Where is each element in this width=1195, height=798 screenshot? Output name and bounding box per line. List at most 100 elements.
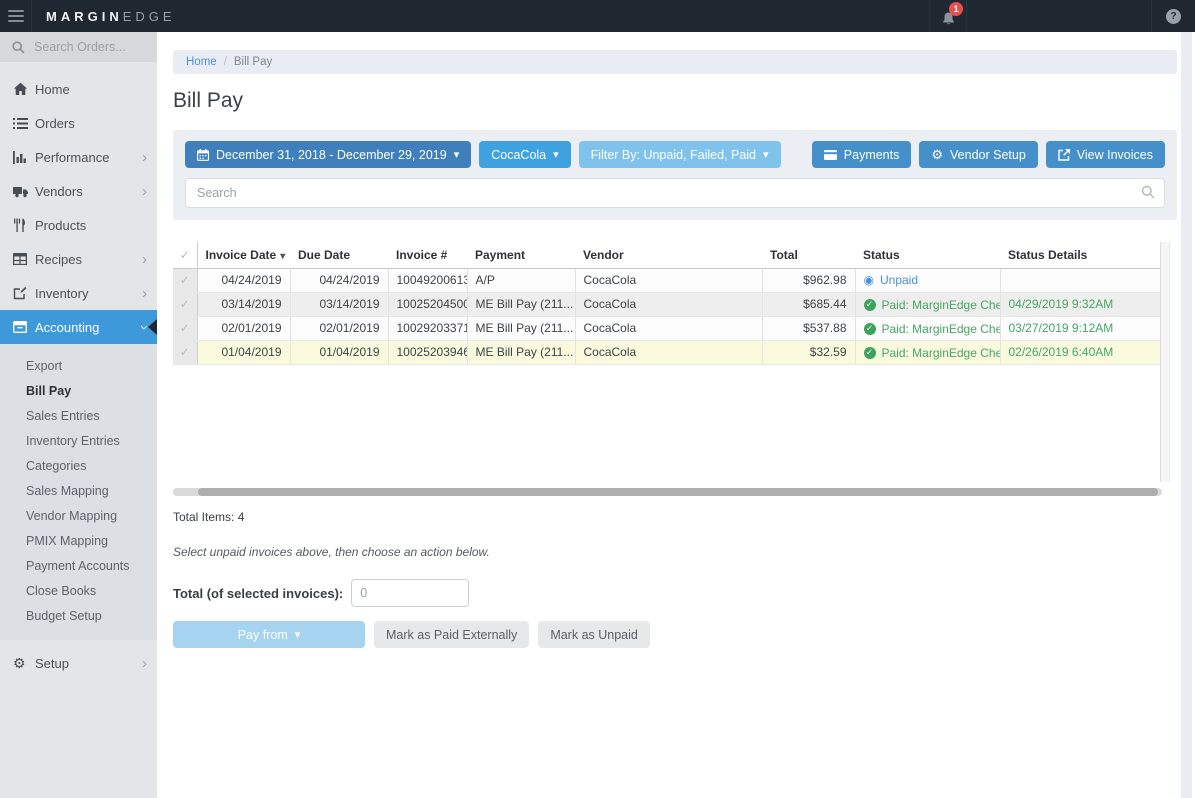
view-invoices-button[interactable]: View Invoices — [1046, 141, 1165, 168]
submenu-item-pmix-mapping[interactable]: PMIX Mapping — [0, 528, 157, 553]
table-row[interactable]: ✓ 03/14/2019 03/14/2019 10025204500 ME B… — [173, 292, 1160, 316]
sidebar-item-label: Setup — [35, 656, 142, 671]
table-horizontal-scrollbar[interactable] — [173, 488, 1162, 496]
bar-chart-icon — [13, 151, 35, 164]
status-label: Paid: MarginEdge Check — [882, 298, 1001, 312]
cell-invoice-no: 10025204500 — [388, 292, 467, 316]
view-invoices-label: View Invoices — [1077, 148, 1153, 162]
home-icon — [13, 82, 35, 96]
submenu-label: Categories — [26, 459, 86, 473]
table-row[interactable]: ✓ 04/24/2019 04/24/2019 10049200613 A/P … — [173, 268, 1160, 292]
table-icon — [13, 253, 35, 265]
submenu-item-vendor-mapping[interactable]: Vendor Mapping — [0, 503, 157, 528]
edit-icon — [13, 286, 35, 300]
row-checkbox[interactable]: ✓ — [173, 340, 197, 364]
table-vertical-scrollbar[interactable] — [1160, 242, 1170, 482]
sidebar-item-recipes[interactable]: Recipes › — [0, 242, 157, 276]
sidebar-item-accounting[interactable]: Accounting › — [0, 310, 157, 344]
submenu-item-budget-setup[interactable]: Budget Setup — [0, 603, 157, 628]
submenu-item-bill-pay[interactable]: Bill Pay — [0, 378, 157, 403]
column-header-payment[interactable]: Payment — [467, 242, 575, 268]
utensils-icon — [13, 218, 35, 232]
logo-margin: MARGIN — [46, 9, 123, 24]
search-orders-placeholder: Search Orders... — [34, 40, 126, 54]
submenu-item-inventory-entries[interactable]: Inventory Entries — [0, 428, 157, 453]
column-header-vendor[interactable]: Vendor — [575, 242, 762, 268]
column-header-status-details[interactable]: Status Details — [1000, 242, 1160, 268]
breadcrumb-home-link[interactable]: Home — [186, 56, 217, 68]
notifications-button[interactable]: 1 — [929, 0, 967, 32]
payments-button[interactable]: Payments — [812, 141, 912, 168]
column-label: Status Details — [1008, 248, 1087, 262]
column-label: Vendor — [583, 248, 624, 262]
column-header-invoice-date[interactable]: Invoice Date▾ — [197, 242, 290, 268]
mark-unpaid-button[interactable]: Mark as Unpaid — [538, 621, 650, 648]
pay-from-button[interactable]: Pay from ▾ — [173, 621, 365, 648]
sidebar-item-orders[interactable]: Orders — [0, 106, 157, 140]
total-items-text: Total Items: 4 — [173, 510, 1177, 524]
vendor-setup-button[interactable]: ⚙ Vendor Setup — [919, 141, 1037, 168]
column-header-invoice-no[interactable]: Invoice # — [388, 242, 467, 268]
status-paid: ✓ Paid: MarginEdge Check — [864, 322, 1001, 336]
cell-payment: ME Bill Pay (211... — [467, 316, 575, 340]
status-filter-dropdown[interactable]: Filter By: Unpaid, Failed, Paid ▾ — [579, 141, 781, 168]
page-scrollbar-track[interactable] — [1181, 32, 1192, 798]
cell-status: ◉ Unpaid — [855, 268, 1000, 292]
sidebar-item-products[interactable]: Products — [0, 208, 157, 242]
gear-icon: ⚙ — [13, 655, 35, 672]
row-checkbox[interactable]: ✓ — [173, 292, 197, 316]
submenu-item-sales-mapping[interactable]: Sales Mapping — [0, 478, 157, 503]
row-checkbox[interactable]: ✓ — [173, 316, 197, 340]
submenu-item-categories[interactable]: Categories — [0, 453, 157, 478]
sidebar-item-performance[interactable]: Performance › — [0, 140, 157, 174]
cell-invoice-no: 10025203946 — [388, 340, 467, 364]
cell-invoice-no: 10049200613 — [388, 268, 467, 292]
sidebar-item-label: Performance — [35, 150, 142, 165]
search-icon — [1141, 185, 1155, 199]
table-row[interactable]: ✓ 02/01/2019 02/01/2019 10029203371 ME B… — [173, 316, 1160, 340]
invoice-search-input[interactable] — [185, 178, 1165, 208]
submenu-item-close-books[interactable]: Close Books — [0, 578, 157, 603]
status-unpaid[interactable]: ◉ Unpaid — [864, 273, 919, 287]
sidebar-item-vendors[interactable]: Vendors › — [0, 174, 157, 208]
row-checkbox[interactable]: ✓ — [173, 268, 197, 292]
help-button[interactable]: ? — [1151, 0, 1195, 32]
scrollbar-thumb[interactable] — [198, 488, 1158, 496]
sidebar-item-label: Accounting — [35, 320, 142, 335]
submenu-label: Export — [26, 359, 62, 373]
submenu-item-payment-accounts[interactable]: Payment Accounts — [0, 553, 157, 578]
date-range-label: December 31, 2018 - December 29, 2019 — [216, 148, 447, 162]
submenu-item-sales-entries[interactable]: Sales Entries — [0, 403, 157, 428]
check-circle-icon: ✓ — [864, 323, 876, 335]
selected-total-input[interactable] — [351, 579, 469, 607]
page-scrollbar-gutter — [1178, 32, 1195, 798]
column-header-status[interactable]: Status — [855, 242, 1000, 268]
breadcrumb: Home / Bill Pay — [173, 50, 1177, 74]
hamburger-menu-button[interactable] — [0, 0, 32, 32]
marginedge-logo: MARGINEDGE — [46, 0, 176, 32]
cell-total: $962.98 — [762, 268, 855, 292]
cell-status-details: 03/27/2019 9:12AM — [1000, 316, 1160, 340]
sidebar-item-home[interactable]: Home — [0, 72, 157, 106]
mark-paid-externally-button[interactable]: Mark as Paid Externally — [374, 621, 529, 648]
table-row-highlighted[interactable]: ✓ 01/04/2019 01/04/2019 10025203946 ME B… — [173, 340, 1160, 364]
cell-status-details: 02/26/2019 6:40AM — [1000, 340, 1160, 364]
submenu-item-export[interactable]: Export — [0, 353, 157, 378]
column-header-due-date[interactable]: Due Date — [290, 242, 388, 268]
search-icon — [12, 41, 25, 54]
select-all-checkbox[interactable]: ✓ — [173, 242, 197, 268]
cell-payment: A/P — [467, 268, 575, 292]
search-orders-input[interactable]: Search Orders... — [0, 32, 157, 62]
sidebar-item-inventory[interactable]: Inventory › — [0, 276, 157, 310]
status-paid: ✓ Paid: MarginEdge Check — [864, 346, 1001, 360]
date-range-dropdown[interactable]: December 31, 2018 - December 29, 2019 ▾ — [185, 141, 471, 168]
sort-desc-icon: ▾ — [280, 251, 285, 262]
logo-edge: EDGE — [123, 9, 176, 24]
vendor-filter-dropdown[interactable]: CocaCola ▾ — [479, 141, 570, 168]
sidebar-item-setup[interactable]: ⚙ Setup › — [0, 646, 157, 680]
submenu-label: Sales Entries — [26, 409, 100, 423]
column-header-total[interactable]: Total — [762, 242, 855, 268]
vendor-filter-label: CocaCola — [491, 148, 546, 162]
submenu-label: PMIX Mapping — [26, 534, 108, 548]
caret-down-icon: ▾ — [295, 628, 301, 641]
